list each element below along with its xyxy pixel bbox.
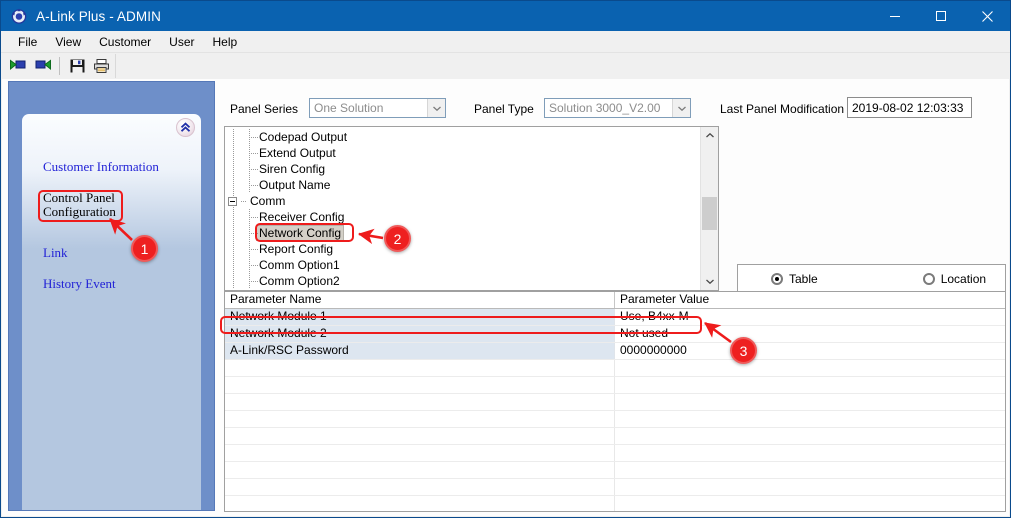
toolbar-separator xyxy=(59,56,60,75)
chevron-down-icon[interactable] xyxy=(672,99,690,117)
scrollbar-thumb[interactable] xyxy=(702,197,717,230)
cell-parameter-value: 0000000000 xyxy=(615,343,1005,359)
table-row-empty xyxy=(225,445,1005,462)
menu-item-help[interactable]: Help xyxy=(204,33,247,51)
tree-node-extend-output[interactable]: Extend Output xyxy=(225,145,701,161)
minimize-button[interactable] xyxy=(872,1,918,31)
app-logo-icon xyxy=(10,7,28,25)
save-icon[interactable] xyxy=(65,55,89,77)
annotation-box-network-config xyxy=(255,223,354,242)
configuration-tree[interactable]: Codepad Output Extend Output Siren Confi… xyxy=(224,126,719,291)
tree-expander-comm[interactable] xyxy=(225,193,241,209)
radio-table-label: Table xyxy=(789,271,818,286)
back-icon[interactable] xyxy=(6,55,30,77)
menu-item-view[interactable]: View xyxy=(46,33,90,51)
annotation-box-network-module-1 xyxy=(220,316,702,334)
close-button[interactable] xyxy=(964,1,1010,31)
scroll-down-icon[interactable] xyxy=(701,273,718,290)
table-row-empty xyxy=(225,360,1005,377)
tree-node-label: Comm xyxy=(250,194,286,208)
last-panel-modification-label: Last Panel Modification xyxy=(720,102,845,116)
radio-dot-icon xyxy=(771,272,783,285)
window-title: A-Link Plus - ADMIN xyxy=(36,8,161,24)
column-header-parameter-value[interactable]: Parameter Value xyxy=(615,292,1005,308)
application-window: A-Link Plus - ADMIN File View Customer U… xyxy=(0,0,1011,518)
chevron-up-double-icon[interactable] xyxy=(176,118,195,137)
table-row-empty xyxy=(225,428,1005,445)
table-row-empty xyxy=(225,462,1005,479)
annotation-badge-3: 3 xyxy=(730,337,757,364)
tree-node-label: Comm Option1 xyxy=(259,258,340,272)
table-row[interactable]: A-Link/RSC Password 0000000000 xyxy=(225,343,1005,360)
forward-icon[interactable] xyxy=(30,55,54,77)
panel-series-label: Panel Series xyxy=(230,102,299,116)
column-header-parameter-name[interactable]: Parameter Name xyxy=(225,292,615,308)
tree-node-label: Codepad Output xyxy=(259,130,348,144)
panel-type-value: Solution 3000_V2.00 xyxy=(549,101,661,115)
maximize-button[interactable] xyxy=(918,1,964,31)
tree-scrollbar[interactable] xyxy=(700,127,718,290)
tree-node-output-name[interactable]: Output Name xyxy=(225,177,701,193)
tree-node-report-config[interactable]: Report Config xyxy=(225,241,701,257)
tree-node-list: Codepad Output Extend Output Siren Confi… xyxy=(225,127,701,290)
navigation-panel: Customer Information Control Panel Config… xyxy=(8,81,215,511)
menu-item-customer[interactable]: Customer xyxy=(90,33,160,51)
menu-item-user[interactable]: User xyxy=(160,33,203,51)
tree-node-label: Comm Option2 xyxy=(259,274,340,288)
tree-node-siren-config[interactable]: Siren Config xyxy=(225,161,701,177)
print-icon[interactable] xyxy=(89,55,113,77)
radio-location-label: Location xyxy=(940,271,987,286)
tree-node-label: Extend Output xyxy=(259,146,336,160)
annotation-box-sidebar xyxy=(38,190,123,222)
radio-dot-icon xyxy=(922,272,935,285)
tree-node-label: Output Name xyxy=(259,178,331,192)
scroll-up-icon[interactable] xyxy=(701,127,718,144)
tree-node-comm-option1[interactable]: Comm Option1 xyxy=(225,257,701,273)
panel-type-select[interactable]: Solution 3000_V2.00 xyxy=(544,98,691,118)
table-row-empty xyxy=(225,411,1005,428)
panel-header-row: Panel Series One Solution Panel Type Sol… xyxy=(224,97,1007,120)
navigation-card-header xyxy=(22,114,201,140)
table-row-empty xyxy=(225,394,1005,411)
table-row-empty xyxy=(225,479,1005,496)
panel-series-value: One Solution xyxy=(314,101,384,115)
title-bar: A-Link Plus - ADMIN xyxy=(1,1,1010,31)
radio-table[interactable]: Table xyxy=(771,272,818,286)
tree-node-codepad-output[interactable]: Codepad Output xyxy=(225,129,701,145)
sidebar-item-customer-information[interactable]: Customer Information xyxy=(22,160,201,174)
sidebar-item-link[interactable]: Link xyxy=(22,246,201,260)
radio-location[interactable]: Location xyxy=(922,271,987,286)
menu-item-file[interactable]: File xyxy=(9,33,46,51)
table-header-row: Parameter Name Parameter Value xyxy=(225,292,1005,309)
view-mode-tabs: Table Location xyxy=(737,264,1006,292)
panel-series-select[interactable]: One Solution xyxy=(309,98,446,118)
client-area: Customer Information Control Panel Config… xyxy=(2,79,1009,516)
navigation-card: Customer Information Control Panel Config… xyxy=(22,114,201,510)
chevron-down-icon[interactable] xyxy=(427,99,445,117)
tree-node-label: Report Config xyxy=(259,242,334,256)
tree-node-label: Siren Config xyxy=(259,162,326,176)
sidebar-item-history-event[interactable]: History Event xyxy=(22,277,201,291)
tree-node-comm[interactable]: Comm xyxy=(225,193,701,209)
toolbar-empty-area xyxy=(115,53,1010,78)
panel-type-label: Panel Type xyxy=(474,102,534,116)
toolbar xyxy=(1,52,1010,78)
table-row-empty xyxy=(225,496,1005,511)
content-panel: Panel Series One Solution Panel Type Sol… xyxy=(218,79,1007,512)
menu-bar: File View Customer User Help xyxy=(1,31,1010,52)
annotation-badge-2: 2 xyxy=(384,225,411,252)
table-row-empty xyxy=(225,377,1005,394)
window-controls xyxy=(872,1,1010,31)
last-panel-modification-value: 2019-08-02 12:03:33 xyxy=(847,97,972,118)
tree-node-comm-option2[interactable]: Comm Option2 xyxy=(225,273,701,289)
tree-node-label: Receiver Config xyxy=(259,210,345,224)
cell-parameter-name: A-Link/RSC Password xyxy=(225,343,615,359)
annotation-badge-1: 1 xyxy=(131,235,158,262)
